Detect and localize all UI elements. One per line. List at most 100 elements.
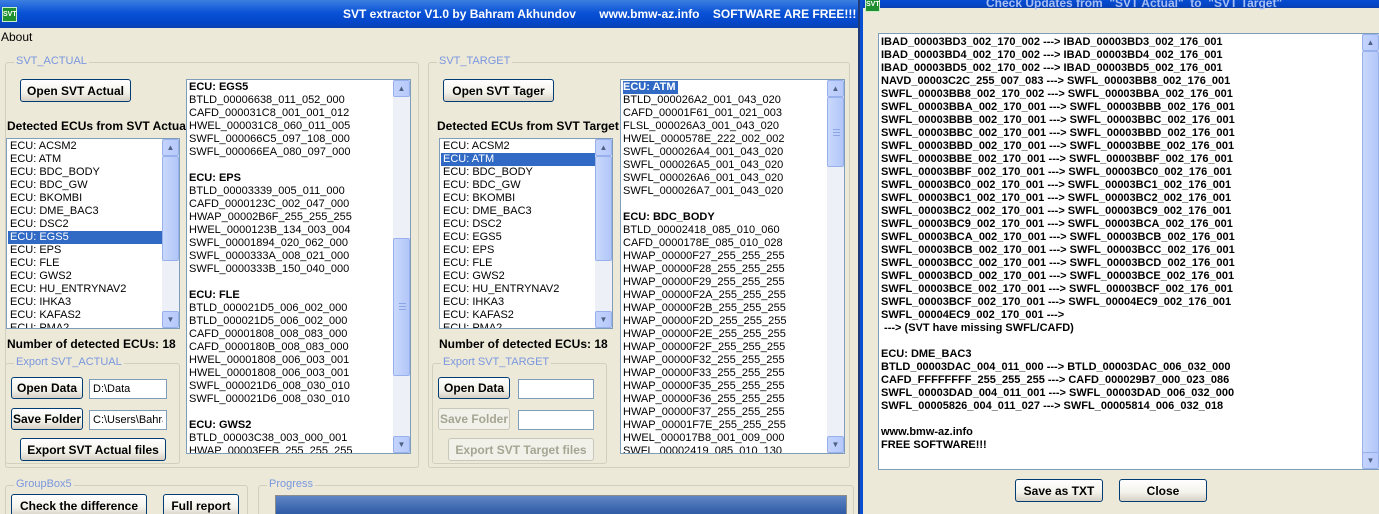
svt-actual-detail-line: SWFL_000066C5_097_108_000 [189, 133, 350, 145]
svt-target-ecu-item[interactable]: ECU: PMA2 [441, 322, 595, 328]
svt-actual-detail-line: BTLD_00006638_011_052_000 [189, 94, 345, 106]
scroll-down-icon[interactable]: ▼ [595, 311, 612, 328]
svt-actual-ecu-item[interactable]: ECU: BKOMBI [8, 192, 162, 205]
scroll-down-icon[interactable]: ▼ [827, 436, 844, 453]
svt-target-ecu-item[interactable]: ECU: EGS5 [441, 231, 595, 244]
target-save-folder-button[interactable]: Save Folder [438, 408, 510, 430]
svt-actual-ecu-item[interactable]: ECU: EPS [8, 244, 162, 257]
check-difference-button[interactable]: Check the difference [11, 494, 147, 514]
report-memo[interactable]: IBAD_00003BD3_002_170_002 ---> IBAD_0000… [878, 33, 1379, 470]
scroll-down-icon[interactable]: ▼ [393, 436, 410, 453]
svt-actual-ecu-item[interactable]: ECU: KAFAS2 [8, 309, 162, 322]
svt-actual-detail-line: BTLD_000021D5_006_002_000 [189, 302, 348, 314]
groupbox5-label: GroupBox5 [14, 478, 74, 490]
svt-target-detail-line: HWAP_00000F33_255_255_255 [623, 367, 785, 379]
svt-target-ecu-item[interactable]: ECU: ATM [441, 153, 595, 166]
scroll-up-icon[interactable]: ▲ [595, 139, 612, 156]
svt-actual-detail-line: SWFL_000021D6_008_030_010 [189, 393, 350, 405]
export-svt-target-files-button[interactable]: Export SVT Target files [448, 438, 594, 461]
svt-target-ecu-item[interactable]: ECU: DSC2 [441, 218, 595, 231]
svt-actual-count: Number of detected ECUs: 18 [7, 337, 176, 351]
scroll-down-icon[interactable]: ▼ [1362, 452, 1379, 469]
scroll-thumb[interactable] [162, 156, 179, 261]
svt-actual-list-scrollbar[interactable]: ▲ ▼ [162, 139, 179, 328]
svt-target-details-scrollbar[interactable]: ▲ ▼ [827, 80, 844, 453]
svt-target-detail-line: HWAP_00001F7E_255_255_255 [623, 419, 786, 431]
svt-target-detail-line: CAFD_00001F61_001_021_003 [623, 107, 783, 119]
scroll-thumb[interactable] [827, 97, 844, 167]
svt-target-ecu-item[interactable]: ECU: FLE [441, 257, 595, 270]
target-open-data-path[interactable] [518, 379, 594, 399]
svt-target-list-scrollbar[interactable]: ▲ ▼ [595, 139, 612, 328]
svt-target-ecu-item[interactable]: ECU: BDC_BODY [441, 166, 595, 179]
svt-actual-ecu-list[interactable]: ECU: ACSM2 ECU: ATM ECU: BDC_BODY ECU: BDC_… [6, 138, 180, 329]
target-open-data-button[interactable]: Open Data [438, 377, 510, 399]
scroll-down-icon[interactable]: ▼ [162, 311, 179, 328]
scroll-thumb[interactable] [1362, 51, 1379, 454]
actual-save-folder-button[interactable]: Save Folder [11, 408, 83, 430]
svt-target-count: Number of detected ECUs: 18 [439, 337, 608, 351]
svt-target-ecu-item[interactable]: ECU: ACSM2 [441, 140, 595, 153]
scroll-up-icon[interactable]: ▲ [393, 80, 410, 97]
svt-target-ecu-item[interactable]: ECU: BKOMBI [441, 192, 595, 205]
svt-target-ecu-item[interactable]: ECU: BDC_GW [441, 179, 595, 192]
actual-save-folder-path[interactable] [89, 410, 167, 430]
svt-target-detail-line: HWAP_00000F27_255_255_255 [623, 250, 785, 262]
scroll-up-icon[interactable]: ▲ [827, 80, 844, 97]
svt-actual-details-memo[interactable]: ECU: EGS5 BTLD_00006638_011_052_000 CAFD_0… [186, 79, 411, 454]
target-save-folder-path[interactable] [518, 410, 594, 430]
actual-open-data-button[interactable]: Open Data [11, 377, 83, 399]
svt-actual-ecu-item[interactable]: ECU: FLE [8, 257, 162, 270]
svt-target-detail-ecu-heading: ECU: BDC_BODY [623, 211, 715, 223]
menubar: About [0, 28, 858, 46]
svt-target-ecu-item[interactable]: ECU: IHKA3 [441, 296, 595, 309]
actual-open-data-path[interactable] [89, 379, 167, 399]
save-as-txt-button[interactable]: Save as TXT [1015, 479, 1103, 502]
svt-actual-ecu-item[interactable]: ECU: BDC_BODY [8, 166, 162, 179]
svt-target-ecu-item[interactable]: ECU: GWS2 [441, 270, 595, 283]
svt-actual-details-scrollbar[interactable]: ▲ ▼ [393, 80, 410, 453]
report-window-title: Check Updates from "SVT Actual" to "SVT … [986, 0, 1283, 10]
svt-actual-ecu-item[interactable]: ECU: ACSM2 [8, 140, 162, 153]
full-report-button[interactable]: Full report [163, 494, 239, 514]
report-line: ---> (SVT have missing SWFL/CAFD) [881, 322, 1074, 334]
open-svt-actual-button[interactable]: Open SVT Actual [20, 79, 131, 102]
svt-target-detail-line: BTLD_000026A2_001_043_020 [623, 94, 781, 106]
scroll-grip [833, 129, 840, 130]
svt-actual-ecu-item[interactable]: ECU: EGS5 [8, 231, 162, 244]
scroll-thumb[interactable] [595, 156, 612, 261]
svt-actual-ecu-item[interactable]: ECU: HU_ENTRYNAV2 [8, 283, 162, 296]
report-line: SWFL_00005826_004_011_027 ---> SWFL_0000… [881, 400, 1224, 412]
scroll-grip [399, 306, 406, 307]
main-titlebar[interactable]: SVT SVT extractor V1.0 by Bahram Akhundo… [0, 0, 858, 28]
svt-actual-ecu-item[interactable]: ECU: BDC_GW [8, 179, 162, 192]
svt-actual-ecu-item[interactable]: ECU: ATM [8, 153, 162, 166]
report-line: FREE SOFTWARE!!! [881, 439, 987, 451]
report-scrollbar[interactable]: ▲ ▼ [1362, 34, 1379, 469]
svt-target-ecu-item[interactable]: ECU: EPS [441, 244, 595, 257]
open-svt-target-button[interactable]: Open SVT Tager [443, 79, 554, 102]
svt-target-ecu-item[interactable]: ECU: HU_ENTRYNAV2 [441, 283, 595, 296]
svt-actual-detail-line [189, 276, 392, 289]
svt-target-ecu-item[interactable]: ECU: KAFAS2 [441, 309, 595, 322]
scroll-up-icon[interactable]: ▲ [162, 139, 179, 156]
scroll-thumb[interactable] [393, 238, 410, 376]
report-line: CAFD_FFFFFFFF_255_255_255 ---> CAFD_0000… [881, 374, 1230, 386]
svt-target-detail-line: HWAP_00000F36_255_255_255 [623, 393, 785, 405]
svt-actual-ecu-item[interactable]: ECU: PMA2 [8, 322, 162, 328]
close-button[interactable]: Close [1119, 479, 1207, 502]
svt-actual-ecu-item[interactable]: ECU: GWS2 [8, 270, 162, 283]
svt-target-ecu-item[interactable]: ECU: DME_BAC3 [441, 205, 595, 218]
svt-actual-ecu-item[interactable]: ECU: DSC2 [8, 218, 162, 231]
export-svt-actual-files-button[interactable]: Export SVT Actual files [20, 438, 166, 461]
svt-target-details-memo[interactable]: ECU: ATM BTLD_000026A2_001_043_020 CAFD_00… [620, 79, 845, 454]
report-line: SWFL_00003BBE_002_170_001 ---> SWFL_0000… [881, 153, 1233, 165]
report-titlebar[interactable]: SVT Check Updates from "SVT Actual" to "… [863, 0, 1379, 12]
scroll-up-icon[interactable]: ▲ [1362, 34, 1379, 51]
svt-actual-ecu-item[interactable]: ECU: IHKA3 [8, 296, 162, 309]
svt-target-ecu-list[interactable]: ECU: ACSM2 ECU: ATM ECU: BDC_BODY ECU: BDC_… [439, 138, 613, 329]
svt-target-detail-line: FLSL_000026A3_001_043_020 [623, 120, 779, 132]
svt-target-detail-line: BTLD_00002418_085_010_060 [623, 224, 780, 236]
svt-actual-ecu-item[interactable]: ECU: DME_BAC3 [8, 205, 162, 218]
menu-about[interactable]: About [1, 30, 32, 44]
